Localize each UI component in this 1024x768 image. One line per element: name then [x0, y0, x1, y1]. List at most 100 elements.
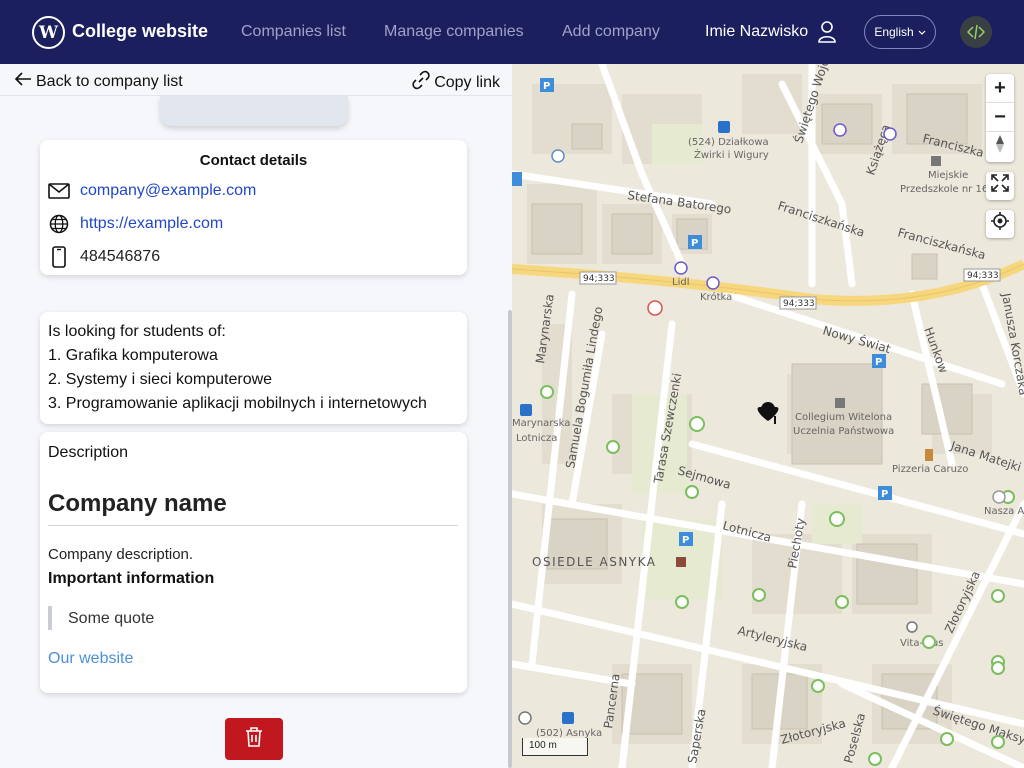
- tree-icon: [991, 661, 1005, 675]
- crosshair-icon: [991, 212, 1009, 236]
- delete-button[interactable]: [225, 718, 283, 760]
- svg-text:P: P: [881, 489, 888, 500]
- arrow-left-icon: [14, 71, 32, 92]
- playground-icon: [689, 416, 705, 432]
- copy-link-label: Copy link: [434, 73, 500, 91]
- map-poi-label: Krótka: [700, 291, 732, 303]
- back-to-list-link[interactable]: Back to company list: [14, 71, 183, 92]
- map-district-label: OSIEDLE ASNYKA: [532, 555, 657, 569]
- college-logo[interactable]: W: [32, 16, 65, 49]
- globe-icon: [48, 214, 70, 234]
- compass-icon: [994, 134, 1006, 160]
- accessibility-icon: [551, 149, 565, 163]
- tree-icon: [991, 735, 1005, 749]
- tree-icon: [540, 385, 554, 399]
- phone-row: 484546876: [48, 246, 160, 268]
- nav-add-company[interactable]: Add company: [562, 23, 660, 41]
- chevron-down-icon: [918, 25, 926, 39]
- email-row: company@example.com: [48, 182, 256, 200]
- link-icon: [411, 70, 431, 95]
- map-poi-label: Collegium Witelona: [795, 412, 892, 423]
- tree-icon: [868, 752, 882, 766]
- map-route-label: 94;333: [583, 274, 615, 284]
- map-poi-label: Vita-Plus: [900, 638, 943, 649]
- website-link[interactable]: https://example.com: [80, 215, 223, 233]
- zoom-in-button[interactable]: +: [986, 74, 1014, 103]
- quote-bar: [48, 606, 52, 630]
- nav-manage-companies[interactable]: Manage companies: [384, 23, 524, 41]
- map-poi-label: Uczelnia Państwowa: [793, 425, 894, 437]
- pharmacy-icon: [906, 621, 918, 633]
- svg-text:P: P: [543, 81, 550, 92]
- map-poi-label: Lidl: [672, 277, 689, 288]
- website-row: https://example.com: [48, 214, 223, 234]
- map-street-label: Poselska: [841, 711, 868, 764]
- nav-companies-list[interactable]: Companies list: [241, 23, 346, 41]
- svg-text:P: P: [691, 238, 698, 249]
- fullscreen-button[interactable]: [986, 172, 1014, 200]
- language-label: English: [874, 25, 914, 39]
- map-poi-label: Pizzeria Caruzo: [892, 464, 968, 475]
- user-icon[interactable]: [817, 20, 837, 49]
- logo-letter: W: [38, 22, 59, 43]
- study-item: 2. Systemy i sieci komputerowe: [48, 371, 273, 388]
- shop-icon: [883, 127, 897, 141]
- map-poi-label: Nasza Ap: [984, 506, 1024, 517]
- brand-title[interactable]: College website: [72, 21, 208, 42]
- shop-icon: [833, 123, 847, 137]
- fullscreen-icon: [991, 174, 1009, 198]
- tree-icon: [922, 635, 936, 649]
- map-street-label: Artyleryjska: [736, 623, 809, 654]
- mail-icon: [48, 183, 70, 199]
- contact-details-card: Contact details company@example.com http…: [40, 140, 467, 275]
- our-website-link[interactable]: Our website: [48, 650, 133, 668]
- church-icon: [706, 276, 720, 290]
- map-poi-label: Przedszkole nr 16: [900, 184, 988, 195]
- map-poi-label: Marynarska: [512, 418, 570, 429]
- parking-icon: [512, 172, 522, 186]
- copy-link-button[interactable]: Copy link: [411, 70, 500, 95]
- language-select[interactable]: English: [864, 15, 936, 49]
- locate-button[interactable]: [986, 210, 1014, 238]
- bus-stop-icon: [520, 404, 532, 416]
- map-route-label: 94;333: [967, 271, 999, 281]
- marker-icon: [518, 711, 532, 725]
- compass-button[interactable]: [986, 132, 1014, 161]
- tree-icon: [811, 679, 825, 693]
- kindergarten-icon: [931, 156, 941, 166]
- top-navbar: W College website Companies list Manage …: [0, 0, 1024, 64]
- studies-title: Is looking for students of:: [48, 323, 226, 340]
- map-view[interactable]: 94;333 94;333 94;333 Stefana Batorego Fr…: [512, 64, 1024, 768]
- poi-icon: [992, 490, 1006, 504]
- quote-text: Some quote: [68, 610, 155, 627]
- tree-icon: [752, 588, 766, 602]
- svg-text:P: P: [682, 535, 689, 546]
- company-description: Company description.: [48, 546, 194, 563]
- map-poi-label: Żwirki i Wigury: [694, 148, 769, 161]
- shop-icon: [674, 261, 688, 275]
- zoom-out-button[interactable]: −: [986, 103, 1014, 132]
- code-icon[interactable]: [960, 16, 992, 48]
- svg-text:P: P: [875, 357, 882, 368]
- trash-icon: [244, 726, 264, 753]
- map-street-label: Franciszkańska: [776, 199, 866, 240]
- map-poi-label: Lotnicza: [516, 433, 557, 444]
- memorial-icon: [676, 557, 686, 567]
- map-poi-label: Miejskie: [928, 170, 968, 181]
- panel-topbar: Back to company list Copy link: [0, 64, 512, 96]
- phone-number: 484546876: [80, 248, 161, 265]
- study-item: 3. Programowanie aplikacji mobilnych i i…: [48, 395, 427, 412]
- company-location-marker[interactable]: [757, 402, 779, 424]
- map-canvas: 94;333 94;333 94;333 Stefana Batorego Fr…: [512, 64, 1024, 768]
- important-info: Important information: [48, 570, 215, 587]
- study-item: 1. Grafika komputerowa: [48, 347, 218, 364]
- bus-stop-icon: [718, 121, 730, 133]
- user-name[interactable]: Imie Nazwisko: [705, 23, 808, 41]
- back-label: Back to company list: [36, 72, 183, 90]
- tree-icon: [685, 485, 699, 499]
- company-name: Company name: [48, 490, 227, 517]
- map-zoom-controls: + −: [986, 74, 1014, 162]
- email-link[interactable]: company@example.com: [80, 182, 256, 200]
- playground-icon: [829, 511, 845, 527]
- tree-icon: [940, 732, 954, 746]
